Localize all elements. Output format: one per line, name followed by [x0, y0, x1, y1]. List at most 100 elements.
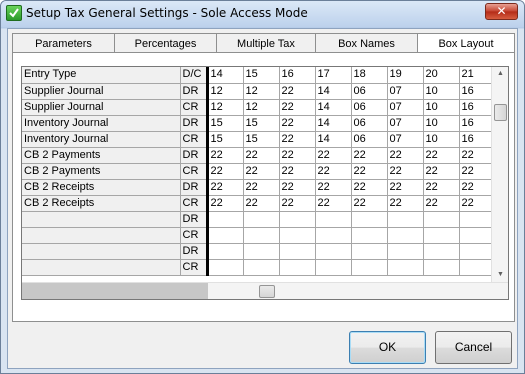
box-value-cell[interactable]: 22	[279, 195, 316, 212]
box-value-cell[interactable]: 22	[279, 163, 316, 180]
box-value-cell[interactable]	[459, 243, 496, 260]
box-value-cell[interactable]	[279, 211, 316, 228]
box-value-cell[interactable]: 22	[459, 163, 496, 180]
box-value-cell[interactable]	[459, 211, 496, 228]
box-value-cell[interactable]	[423, 259, 460, 276]
box-value-cell[interactable]: 22	[207, 147, 244, 164]
box-value-cell[interactable]	[423, 227, 460, 244]
box-value-cell[interactable]: 22	[423, 147, 460, 164]
tab-parameters[interactable]: Parameters	[12, 33, 115, 53]
box-value-cell[interactable]: 22	[459, 147, 496, 164]
box-value-cell[interactable]: 22	[351, 163, 388, 180]
box-value-cell[interactable]: 16	[459, 131, 496, 148]
box-value-cell[interactable]: 22	[207, 179, 244, 196]
box-value-cell[interactable]: 16	[459, 99, 496, 116]
cancel-button[interactable]: Cancel	[435, 331, 512, 364]
box-value-cell[interactable]: 10	[423, 115, 460, 132]
box-value-cell[interactable]: 22	[315, 163, 352, 180]
box-value-cell[interactable]: 22	[351, 195, 388, 212]
box-value-cell[interactable]: 22	[243, 195, 280, 212]
box-value-cell[interactable]: 22	[351, 179, 388, 196]
box-value-cell[interactable]: 10	[423, 83, 460, 100]
box-value-cell[interactable]: 22	[459, 179, 496, 196]
box-value-cell[interactable]: 22	[315, 195, 352, 212]
box-value-cell[interactable]: 22	[207, 163, 244, 180]
box-value-cell[interactable]: 12	[207, 83, 244, 100]
box-value-cell[interactable]	[207, 211, 244, 228]
box-value-cell[interactable]: 22	[423, 195, 460, 212]
box-value-cell[interactable]	[279, 227, 316, 244]
box-value-cell[interactable]	[315, 211, 352, 228]
box-value-cell[interactable]	[243, 259, 280, 276]
box-value-cell[interactable]: 22	[243, 147, 280, 164]
box-value-cell[interactable]	[423, 211, 460, 228]
box-value-cell[interactable]: 14	[315, 99, 352, 116]
box-value-cell[interactable]: 16	[459, 83, 496, 100]
box-value-cell[interactable]: 22	[387, 195, 424, 212]
box-value-cell[interactable]: 16	[459, 115, 496, 132]
box-value-cell[interactable]: 22	[387, 179, 424, 196]
box-value-cell[interactable]: 15	[207, 131, 244, 148]
box-value-cell[interactable]: 12	[243, 99, 280, 116]
box-value-cell[interactable]: 22	[351, 147, 388, 164]
tab-multiple-tax[interactable]: Multiple Tax	[216, 33, 316, 53]
box-value-cell[interactable]	[315, 227, 352, 244]
tab-box-names[interactable]: Box Names	[315, 33, 418, 53]
box-value-cell[interactable]	[243, 227, 280, 244]
box-value-cell[interactable]: 22	[387, 163, 424, 180]
box-value-cell[interactable]	[243, 243, 280, 260]
box-value-cell[interactable]: 22	[387, 147, 424, 164]
box-value-cell[interactable]: 07	[387, 131, 424, 148]
box-value-cell[interactable]	[207, 259, 244, 276]
box-value-cell[interactable]: 22	[459, 195, 496, 212]
box-value-cell[interactable]	[207, 227, 244, 244]
box-value-cell[interactable]: 22	[279, 131, 316, 148]
tab-box-layout[interactable]: Box Layout	[417, 33, 515, 53]
box-value-cell[interactable]: 14	[315, 131, 352, 148]
box-value-cell[interactable]: 22	[243, 179, 280, 196]
box-value-cell[interactable]	[459, 259, 496, 276]
box-value-cell[interactable]: 07	[387, 99, 424, 116]
box-value-cell[interactable]: 22	[423, 179, 460, 196]
box-value-cell[interactable]: 07	[387, 83, 424, 100]
box-value-cell[interactable]	[423, 243, 460, 260]
box-value-cell[interactable]	[207, 243, 244, 260]
box-value-cell[interactable]: 22	[315, 147, 352, 164]
box-value-cell[interactable]: 22	[279, 83, 316, 100]
box-value-cell[interactable]: 06	[351, 131, 388, 148]
box-value-cell[interactable]: 22	[279, 179, 316, 196]
box-value-cell[interactable]	[387, 259, 424, 276]
vertical-scrollbar[interactable]: ▲ ▼	[491, 67, 508, 283]
box-value-cell[interactable]	[279, 243, 316, 260]
box-value-cell[interactable]: 22	[315, 179, 352, 196]
box-value-cell[interactable]: 06	[351, 83, 388, 100]
horizontal-scrollbar[interactable]	[22, 282, 508, 299]
box-value-cell[interactable]: 22	[279, 99, 316, 116]
box-value-cell[interactable]: 15	[207, 115, 244, 132]
tab-percentages[interactable]: Percentages	[114, 33, 217, 53]
box-value-cell[interactable]: 15	[243, 131, 280, 148]
box-value-cell[interactable]: 22	[423, 163, 460, 180]
vertical-scroll-thumb[interactable]	[494, 104, 507, 121]
box-value-cell[interactable]: 22	[243, 163, 280, 180]
box-value-cell[interactable]: 10	[423, 99, 460, 116]
box-value-cell[interactable]: 12	[243, 83, 280, 100]
ok-button[interactable]: OK	[349, 331, 426, 364]
box-value-cell[interactable]: 14	[315, 115, 352, 132]
scroll-up-icon[interactable]: ▲	[497, 70, 504, 77]
box-value-cell[interactable]: 22	[207, 195, 244, 212]
box-value-cell[interactable]: 12	[207, 99, 244, 116]
scroll-down-icon[interactable]: ▼	[497, 271, 504, 278]
box-value-cell[interactable]: 14	[315, 83, 352, 100]
box-value-cell[interactable]	[387, 227, 424, 244]
box-value-cell[interactable]	[387, 243, 424, 260]
box-value-cell[interactable]: 06	[351, 115, 388, 132]
close-icon[interactable]: ✕	[485, 3, 518, 20]
box-value-cell[interactable]	[351, 211, 388, 228]
box-value-cell[interactable]	[243, 211, 280, 228]
box-value-cell[interactable]: 06	[351, 99, 388, 116]
box-value-cell[interactable]: 22	[279, 147, 316, 164]
box-value-cell[interactable]	[387, 211, 424, 228]
box-value-cell[interactable]	[351, 243, 388, 260]
box-value-cell[interactable]	[459, 227, 496, 244]
